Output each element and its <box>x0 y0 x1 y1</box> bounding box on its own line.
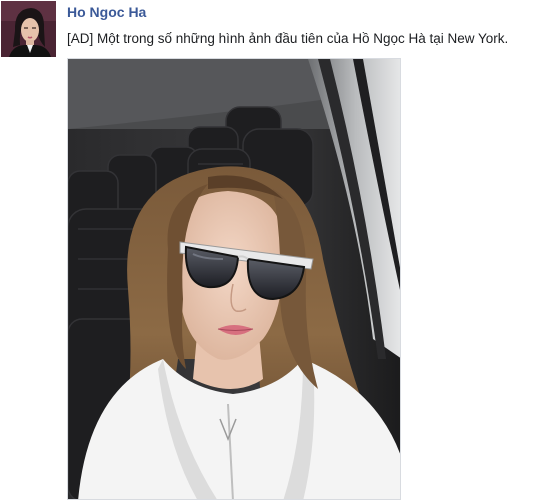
post-caption: [AD] Một trong số những hình ảnh đầu tiê… <box>67 31 509 46</box>
author-name-link[interactable]: Ho Ngoc Ha <box>67 4 146 20</box>
feed-post: Ho Ngoc Ha [AD] Một trong số những hình … <box>0 0 552 500</box>
profile-avatar[interactable] <box>1 1 56 57</box>
post-photo[interactable] <box>67 58 401 500</box>
